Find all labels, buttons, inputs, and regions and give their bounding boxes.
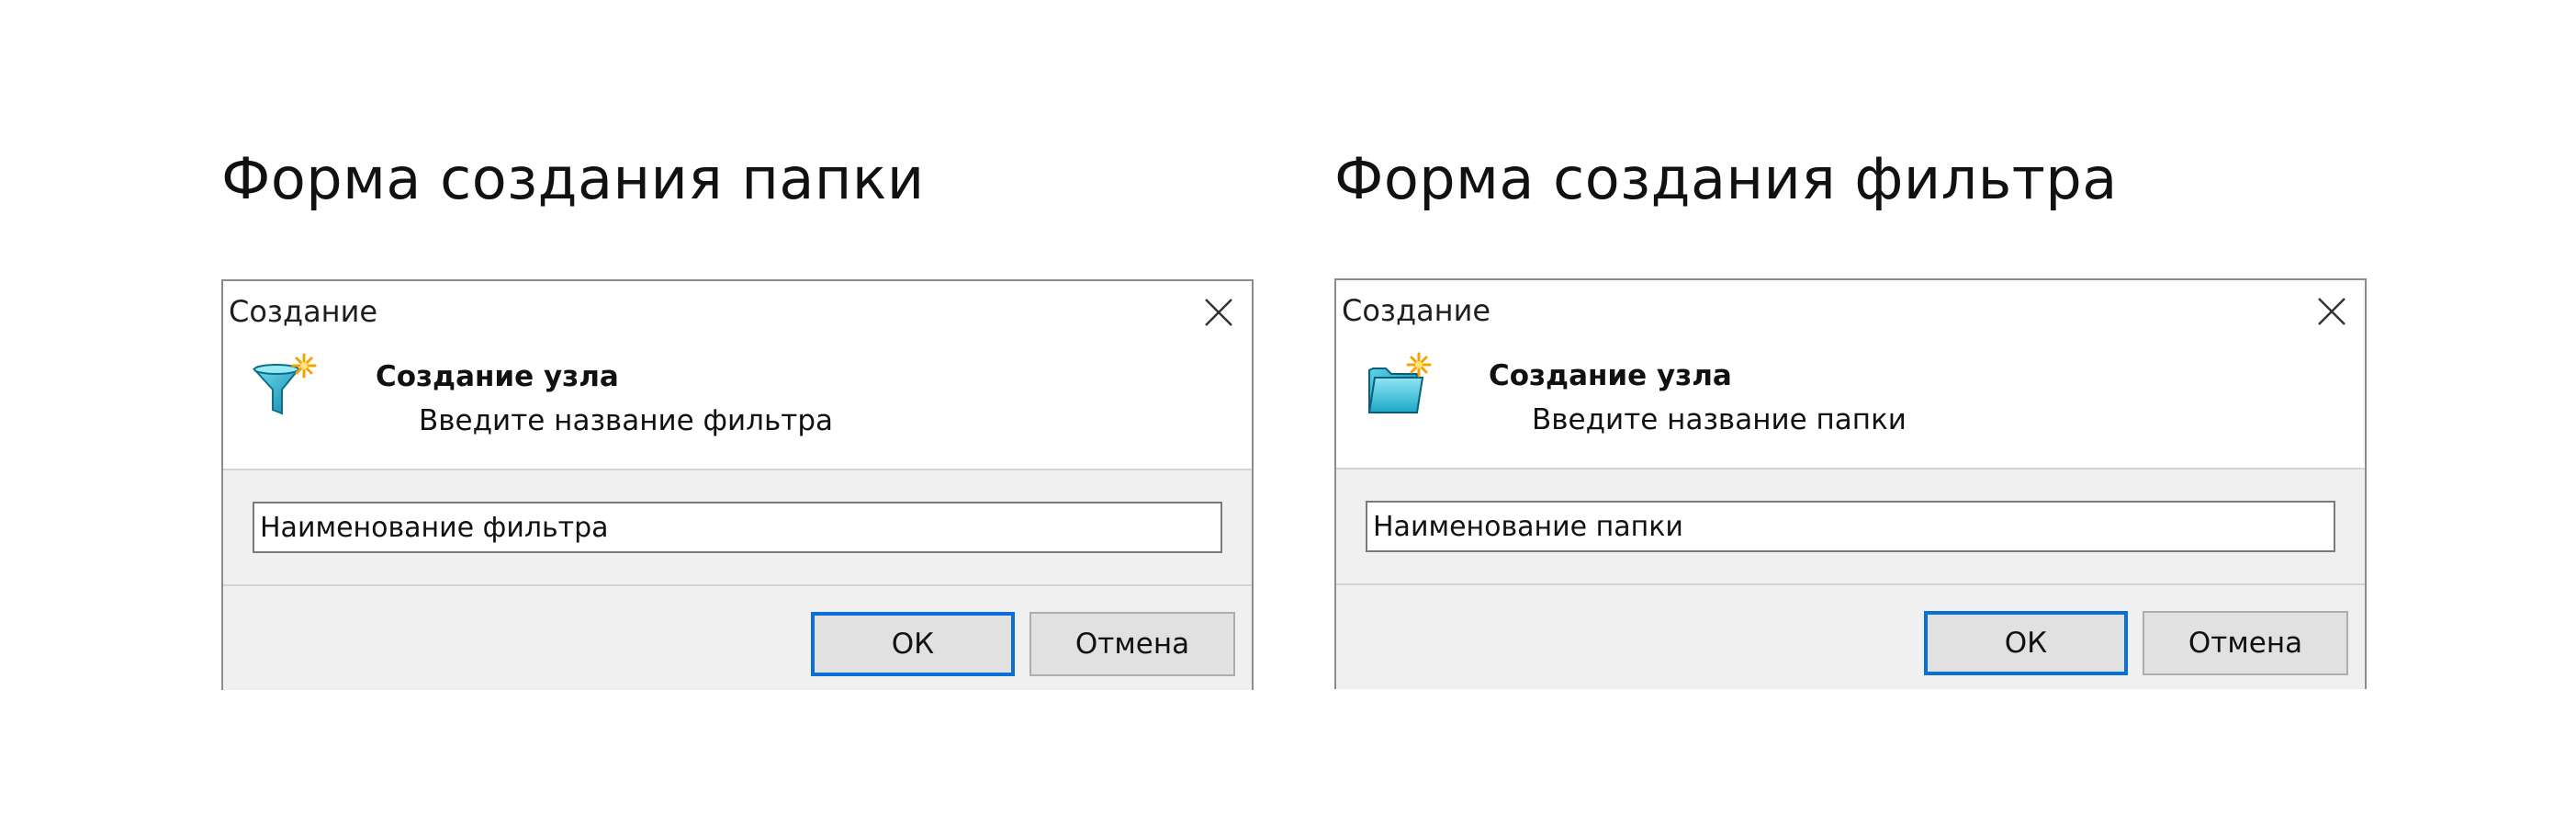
dialog-footer: ОК Отмена (223, 586, 1252, 690)
ok-button[interactable]: ОК (1924, 611, 2128, 675)
header-title: Создание узла (1489, 359, 1732, 392)
dialog-title: Создание (229, 294, 378, 329)
dialog-title: Создание (1342, 293, 1491, 328)
name-input[interactable] (253, 502, 1222, 553)
cancel-button[interactable]: Отмена (1029, 612, 1235, 676)
close-icon (2318, 298, 2345, 325)
dialog-header: Создание узла Введите название папки (1336, 341, 2365, 469)
create-dialog: Создание Создание узла Введите название … (221, 279, 1254, 690)
ok-button[interactable]: ОК (811, 612, 1015, 676)
dialog-body (1336, 469, 2365, 585)
name-input[interactable] (1366, 501, 2335, 552)
close-button[interactable] (1191, 285, 1243, 336)
dialog-header: Создание узла Введите название фильтра (223, 342, 1252, 470)
cancel-button[interactable]: Отмена (2143, 611, 2348, 675)
close-icon (1205, 299, 1232, 326)
panel-heading: Форма создания папки (221, 145, 925, 212)
header-subtitle: Введите название фильтра (419, 404, 833, 437)
folder-icon (1364, 348, 1437, 422)
dialog-titlebar: Создание (1336, 280, 2365, 341)
dialog-footer: ОК Отмена (1336, 585, 2365, 689)
header-title: Создание узла (376, 360, 619, 393)
filter-icon (251, 349, 324, 423)
header-subtitle: Введите название папки (1532, 403, 1907, 436)
dialog-body (223, 470, 1252, 586)
panel-heading: Форма создания фильтра (1334, 145, 2118, 212)
create-dialog: Создание Создание узла Введите название … (1334, 278, 2367, 689)
close-button[interactable] (2304, 284, 2356, 335)
dialog-titlebar: Создание (223, 281, 1252, 342)
